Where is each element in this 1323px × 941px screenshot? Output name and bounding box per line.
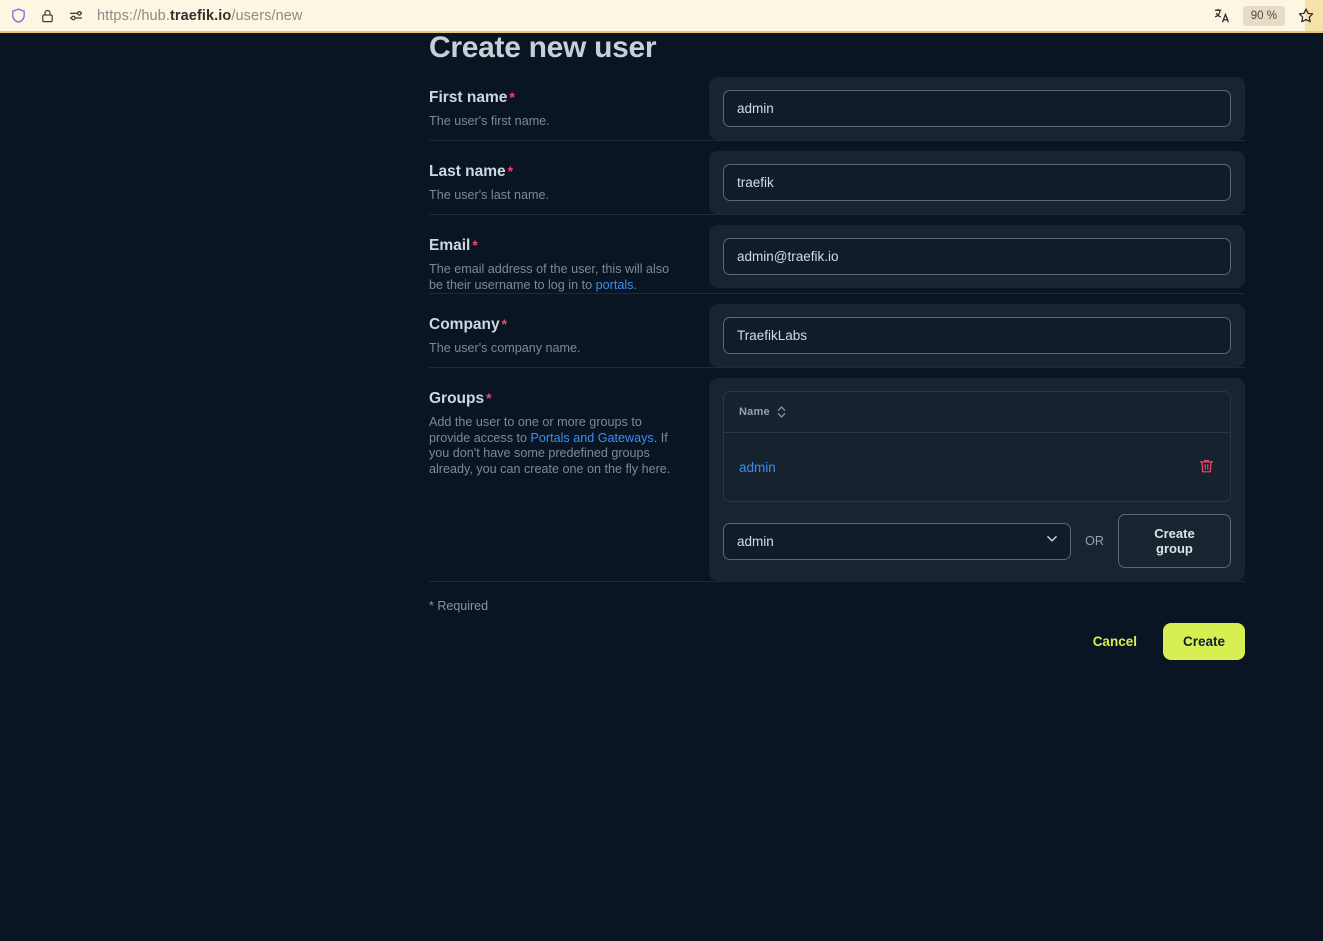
page-title: Create new user (429, 33, 1245, 65)
url-prefix: https://hub. (97, 8, 170, 24)
email-control (709, 215, 1245, 288)
company-input[interactable] (723, 317, 1231, 354)
form-row-last-name: Last name* The user's last name. (429, 140, 1245, 214)
first-name-label-block: First name* The user's first name. (429, 67, 709, 130)
page-body: Create new user First name* The user's f… (0, 33, 1323, 941)
email-label-block: Email* The email address of the user, th… (429, 215, 709, 293)
first-name-title: First name* (429, 89, 709, 107)
form-row-groups: Groups* Add the user to one or more grou… (429, 367, 1245, 581)
email-input-panel (709, 225, 1245, 288)
portals-and-gateways-link[interactable]: Portals and Gateways (531, 431, 654, 445)
last-name-label-block: Last name* The user's last name. (429, 141, 709, 204)
table-row: admin (724, 433, 1230, 501)
email-label-text: Email (429, 237, 470, 254)
groups-description: Add the user to one or more groups to pr… (429, 415, 675, 477)
sort-toggle-icon[interactable] (776, 404, 787, 420)
first-name-input[interactable] (723, 90, 1231, 127)
translate-icon[interactable] (1213, 7, 1231, 25)
create-button[interactable]: Create (1163, 623, 1245, 660)
zoom-level-badge[interactable]: 90 % (1243, 6, 1285, 26)
groups-control: Name admin (709, 368, 1245, 581)
company-input-panel (709, 304, 1245, 367)
first-name-description: The user's first name. (429, 114, 675, 130)
footer-actions: Cancel Create (429, 623, 1245, 660)
company-label-block: Company* The user's company name. (429, 294, 709, 357)
email-description: The email address of the user, this will… (429, 262, 675, 293)
portals-link[interactable]: portals (596, 278, 634, 292)
last-name-title: Last name* (429, 163, 709, 181)
groups-title: Groups* (429, 390, 709, 408)
last-name-label-text: Last name (429, 163, 506, 180)
url-bar[interactable]: https://hub.traefik.io/users/new (97, 8, 303, 24)
create-group-button[interactable]: Create group (1118, 514, 1231, 568)
email-input[interactable] (723, 238, 1231, 275)
browser-toolbar: https://hub.traefik.io/users/new 90 % (0, 0, 1323, 33)
required-asterisk: * (486, 390, 491, 406)
groups-label-block: Groups* Add the user to one or more grou… (429, 368, 709, 477)
browser-toolbar-left-icons (0, 7, 85, 25)
group-name-link[interactable]: admin (739, 460, 776, 475)
cancel-button[interactable]: Cancel (1089, 626, 1141, 657)
form-row-company: Company* The user's company name. (429, 293, 1245, 367)
form-footer: * Required Cancel Create (429, 581, 1245, 660)
company-description: The user's company name. (429, 341, 675, 357)
last-name-control (709, 141, 1245, 214)
shield-icon[interactable] (9, 7, 27, 25)
groups-panel: Name admin (709, 378, 1245, 581)
company-title: Company* (429, 316, 709, 334)
bookmark-star-icon[interactable] (1297, 7, 1315, 25)
delete-group-button[interactable] (1198, 457, 1215, 478)
last-name-input-panel (709, 151, 1245, 214)
first-name-input-panel (709, 77, 1245, 140)
email-title: Email* (429, 237, 709, 255)
url-domain: traefik.io (170, 8, 231, 24)
url-path: /users/new (231, 8, 302, 24)
form-row-first-name: First name* The user's first name. (429, 67, 1245, 140)
first-name-label-text: First name (429, 89, 507, 106)
trash-icon (1198, 457, 1215, 478)
lock-icon[interactable] (38, 7, 56, 25)
browser-toolbar-right-icons: 90 % (1213, 6, 1315, 26)
groups-table-header: Name (724, 392, 1230, 433)
form-row-email: Email* The email address of the user, th… (429, 214, 1245, 293)
groups-table: Name admin (723, 391, 1231, 502)
last-name-input[interactable] (723, 164, 1231, 201)
required-asterisk: * (502, 316, 507, 332)
required-asterisk: * (509, 89, 514, 105)
required-asterisk: * (472, 237, 477, 253)
form-container: Create new user First name* The user's f… (429, 33, 1245, 660)
groups-actions: admin OR Create group (723, 514, 1231, 568)
last-name-description: The user's last name. (429, 188, 675, 204)
company-label-text: Company (429, 316, 500, 333)
or-label: OR (1085, 534, 1104, 548)
permissions-icon[interactable] (67, 7, 85, 25)
company-control (709, 294, 1245, 367)
email-description-part2: . (633, 278, 637, 292)
first-name-control (709, 67, 1245, 140)
column-header-name[interactable]: Name (739, 406, 770, 418)
required-asterisk: * (508, 163, 513, 179)
group-select-wrapper: admin (723, 523, 1071, 560)
group-select[interactable]: admin (723, 523, 1071, 560)
required-note: * Required (429, 599, 1245, 613)
groups-label-text: Groups (429, 390, 484, 407)
